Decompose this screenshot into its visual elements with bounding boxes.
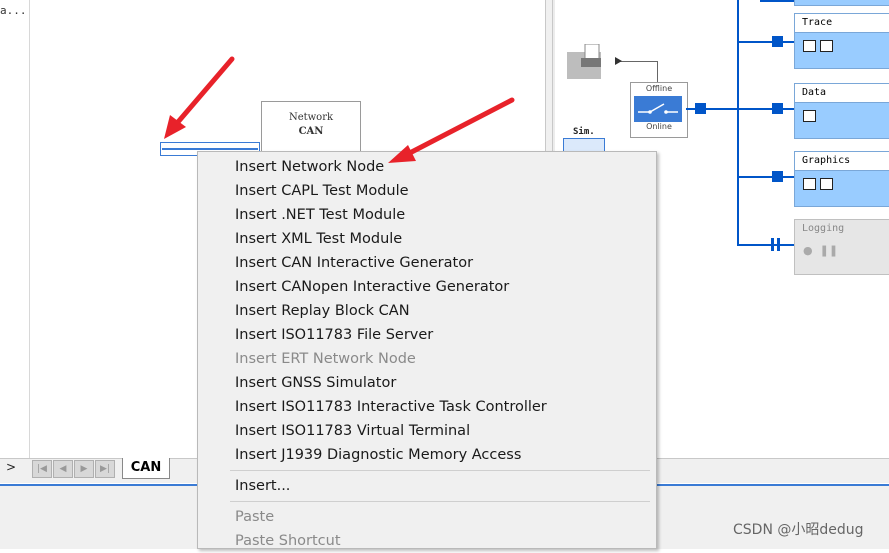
record-icon: ●: [803, 244, 813, 257]
arrow-head-icon: [615, 57, 622, 65]
pause-icon: ❚❚: [819, 244, 839, 257]
menu-item-insert-canopen-interactive-generator[interactable]: Insert CANopen Interactive Generator: [235, 275, 509, 299]
menu-separator: [230, 501, 650, 502]
offline-label: Offline: [645, 84, 673, 93]
connector-square[interactable]: [695, 103, 706, 114]
context-menu: Insert Network Node Insert CAPL Test Mod…: [197, 151, 657, 549]
menu-item-insert-network-node[interactable]: Insert Network Node: [235, 155, 384, 179]
last-page-icon[interactable]: ▶|: [95, 460, 115, 478]
config-icon[interactable]: [820, 40, 833, 52]
menu-item-insert-j1939-diagnostic-memory-access[interactable]: Insert J1939 Diagnostic Memory Access: [235, 443, 521, 467]
first-page-icon[interactable]: |◀: [32, 460, 52, 478]
menu-item-insert-can-interactive-generator[interactable]: Insert CAN Interactive Generator: [235, 251, 473, 275]
analysis-line: [737, 244, 794, 246]
red-arrow-icon: [388, 97, 515, 163]
connector-square[interactable]: [772, 103, 783, 114]
analysis-line: [737, 176, 794, 178]
data-window-title: Data: [795, 84, 889, 103]
menu-item-paste: Paste: [235, 509, 275, 525]
break-icon[interactable]: [771, 238, 774, 251]
graphics-window-title: Graphics: [795, 152, 889, 171]
menu-item-insert-more[interactable]: Insert...: [235, 474, 290, 498]
left-panel-text: a...: [0, 4, 27, 17]
data-window[interactable]: Data: [794, 83, 889, 139]
menu-item-insert-replay-block-can[interactable]: Insert Replay Block CAN: [235, 299, 410, 323]
analysis-line: [760, 0, 794, 2]
watermark: CSDN @小昭dedug: [733, 522, 864, 538]
network-node-bus-label: CAN: [298, 126, 324, 137]
menu-item-insert-ert-network-node: Insert ERT Network Node: [235, 351, 416, 367]
next-page-icon[interactable]: ▶: [74, 460, 94, 478]
graphics-icon[interactable]: [803, 178, 816, 190]
can-bus-line-inner: [162, 148, 258, 150]
analysis-trunk: [737, 0, 739, 246]
menu-item-insert-xml-test-module[interactable]: Insert XML Test Module: [235, 227, 402, 251]
menu-item-insert-iso11783-task-controller[interactable]: Insert ISO11783 Interactive Task Control…: [235, 395, 547, 419]
config-icon[interactable]: [820, 178, 833, 190]
connector-line: [657, 61, 658, 83]
trace-window-title: Trace: [795, 14, 889, 33]
logging-window-title: Logging: [795, 220, 889, 238]
chevron-right-icon[interactable]: >: [6, 460, 16, 474]
left-panel: [0, 0, 30, 462]
online-label: Online: [646, 122, 672, 131]
trace-icon[interactable]: [803, 40, 816, 52]
menu-item-insert-net-test-module[interactable]: Insert .NET Test Module: [235, 203, 405, 227]
sim-label: Sim.: [573, 127, 595, 137]
menu-item-insert-capl-test-module[interactable]: Insert CAPL Test Module: [235, 179, 409, 203]
menu-item-insert-iso11783-file-server[interactable]: Insert ISO11783 File Server: [235, 323, 433, 347]
menu-separator: [230, 470, 650, 471]
menu-item-insert-iso11783-virtual-terminal[interactable]: Insert ISO11783 Virtual Terminal: [235, 419, 470, 443]
analysis-window-top: [794, 0, 889, 6]
trace-window[interactable]: Trace: [794, 13, 889, 69]
connector-square[interactable]: [772, 171, 783, 182]
network-node-label: Network: [288, 112, 334, 123]
break-icon: [777, 238, 780, 251]
analysis-line: [737, 41, 794, 43]
file-icon[interactable]: [567, 44, 603, 79]
graphics-window[interactable]: Graphics: [794, 151, 889, 207]
menu-item-insert-gnss-simulator[interactable]: Insert GNSS Simulator: [235, 371, 396, 395]
connector-line: [620, 61, 658, 62]
prev-page-icon[interactable]: ◀: [53, 460, 73, 478]
red-arrow-icon: [164, 56, 235, 139]
data-icon[interactable]: [803, 110, 816, 122]
tab-can[interactable]: CAN: [122, 458, 170, 479]
logging-window[interactable]: Logging ● ❚❚: [794, 219, 889, 275]
connector-square[interactable]: [772, 36, 783, 47]
menu-item-paste-shortcut: Paste Shortcut: [235, 533, 341, 549]
switch-icon: [634, 96, 682, 122]
